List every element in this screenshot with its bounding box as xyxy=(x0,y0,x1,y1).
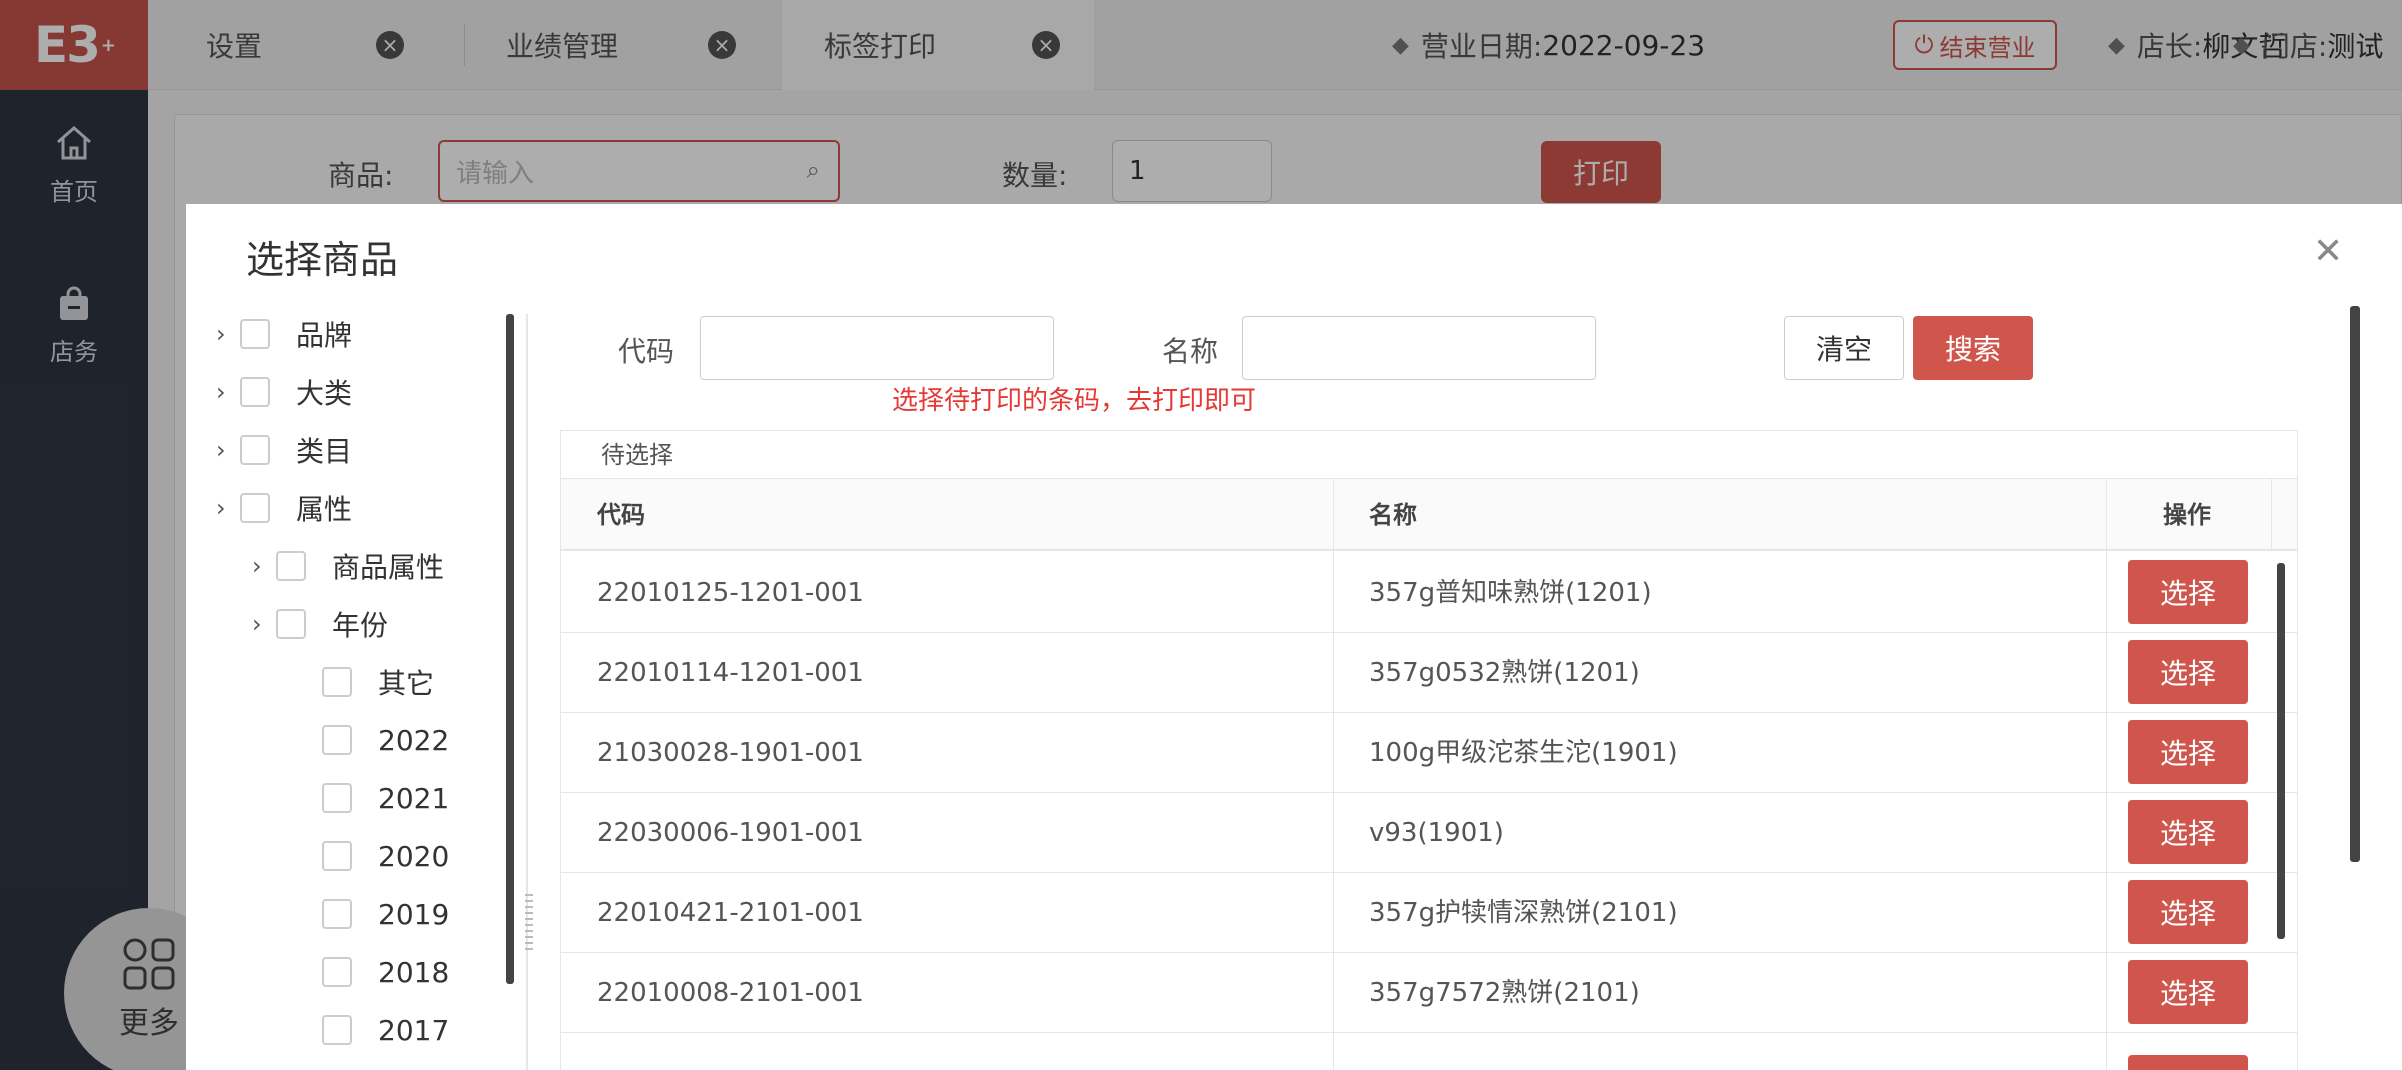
pane-splitter[interactable] xyxy=(526,314,528,1070)
checkbox[interactable] xyxy=(322,899,352,929)
chevron-right-icon[interactable]: › xyxy=(216,436,240,464)
tree-node-2017[interactable]: 2017 xyxy=(322,1010,449,1050)
column-header-action: 操作 xyxy=(2163,501,2211,529)
checkbox[interactable] xyxy=(240,319,270,349)
row-name: v93(1901) xyxy=(1369,818,1504,848)
checkbox[interactable] xyxy=(276,551,306,581)
table-scrollbar[interactable] xyxy=(2277,563,2285,939)
select-button[interactable] xyxy=(2128,1055,2248,1070)
tree-node-year[interactable]: › 年份 xyxy=(252,604,388,644)
code-input[interactable] xyxy=(700,316,1054,380)
tree-node-label: 年份 xyxy=(332,609,389,642)
row-name: 357g普知味熟饼(1201) xyxy=(1369,578,1652,608)
row-code: 21030028-1901-001 xyxy=(597,738,864,768)
select-button[interactable]: 选择 xyxy=(2128,640,2248,704)
tree-node-2021[interactable]: 2021 xyxy=(322,778,449,818)
column-divider xyxy=(2271,479,2272,551)
tree-node-label: 商品属性 xyxy=(332,551,445,584)
tree-node-label: 品牌 xyxy=(296,319,353,352)
row-code: 22010421-2101-001 xyxy=(597,898,864,928)
table-caption: 待选择 xyxy=(561,431,2297,479)
tree-node-label: 类目 xyxy=(296,435,353,468)
candidate-table: 待选择 代码 名称 操作 22010125-1201-001 357g普知味熟饼… xyxy=(560,430,2298,1070)
name-input[interactable] xyxy=(1242,316,1596,380)
tree-node-label: 2018 xyxy=(378,955,450,989)
clear-button[interactable]: 清空 xyxy=(1784,316,1904,380)
table-row-partial[interactable] xyxy=(561,1033,2297,1070)
tree-node-category[interactable]: › 大类 xyxy=(216,372,352,412)
checkbox[interactable] xyxy=(276,609,306,639)
table-row[interactable]: 22030006-1901-001 v93(1901) 选择 xyxy=(561,793,2297,873)
table-row[interactable]: 22010008-2101-001 357g7572熟饼(2101) 选择 xyxy=(561,953,2297,1033)
tree-node-label: 2021 xyxy=(378,781,450,815)
row-name: 100g甲级沱茶生沱(1901) xyxy=(1369,738,1678,768)
row-name: 357g0532熟饼(1201) xyxy=(1369,658,1640,688)
tree-node-product-attribute[interactable]: › 商品属性 xyxy=(252,546,444,586)
tree-node-label: 大类 xyxy=(296,377,353,410)
checkbox[interactable] xyxy=(322,957,352,987)
splitter-grip-icon[interactable] xyxy=(525,894,533,954)
tree-node-label: 2019 xyxy=(378,897,450,931)
checkbox[interactable] xyxy=(240,493,270,523)
row-code: 22010114-1201-001 xyxy=(597,658,864,688)
row-code: 22010008-2101-001 xyxy=(597,978,864,1008)
tree-node-label: 属性 xyxy=(296,493,353,526)
chevron-right-icon[interactable]: › xyxy=(216,378,240,406)
select-product-dialog: 选择商品 ✕ › 品牌 › 大类 › 类目 › 属性 › 商品属性 › 年份 其它 2022… xyxy=(186,204,2402,1070)
checkbox[interactable] xyxy=(322,725,352,755)
tree-node-2019[interactable]: 2019 xyxy=(322,894,449,934)
select-button[interactable]: 选择 xyxy=(2128,880,2248,944)
select-button[interactable]: 选择 xyxy=(2128,800,2248,864)
table-row[interactable]: 21030028-1901-001 100g甲级沱茶生沱(1901) 选择 xyxy=(561,713,2297,793)
chevron-right-icon[interactable]: › xyxy=(216,320,240,348)
checkbox[interactable] xyxy=(322,841,352,871)
hint-text: 选择待打印的条码，去打印即可 xyxy=(892,386,1257,416)
name-label: 名称 xyxy=(1162,335,1219,368)
column-header-name[interactable]: 名称 xyxy=(1369,479,1417,551)
table-row[interactable]: 22010125-1201-001 357g普知味熟饼(1201) 选择 xyxy=(561,553,2297,633)
select-button[interactable]: 选择 xyxy=(2128,560,2248,624)
select-button[interactable]: 选择 xyxy=(2128,960,2248,1024)
tree-node-label: 其它 xyxy=(378,667,435,700)
tree-node-2020[interactable]: 2020 xyxy=(322,836,449,876)
tree-scrollbar[interactable] xyxy=(506,314,514,984)
checkbox[interactable] xyxy=(322,667,352,697)
tree-node-label: 2022 xyxy=(378,723,450,757)
row-code: 22010125-1201-001 xyxy=(597,578,864,608)
checkbox[interactable] xyxy=(240,435,270,465)
tree-node-2018[interactable]: 2018 xyxy=(322,952,449,992)
dialog-scrollbar[interactable] xyxy=(2350,306,2360,862)
tree-node-label: 2017 xyxy=(378,1013,450,1047)
tree-node-class[interactable]: › 类目 xyxy=(216,430,352,470)
tree-node-label: 2020 xyxy=(378,839,450,873)
table-row[interactable]: 22010421-2101-001 357g护犊情深熟饼(2101) 选择 xyxy=(561,873,2297,953)
close-icon[interactable]: ✕ xyxy=(2313,234,2343,270)
tree-node-attribute[interactable]: › 属性 xyxy=(216,488,352,528)
chevron-right-icon[interactable]: › xyxy=(216,494,240,522)
search-button[interactable]: 搜索 xyxy=(1913,316,2033,380)
checkbox[interactable] xyxy=(322,1015,352,1045)
tree-node-2022[interactable]: 2022 xyxy=(322,720,449,760)
code-label: 代码 xyxy=(618,335,675,368)
tree-node-other[interactable]: 其它 xyxy=(322,662,434,702)
chevron-right-icon[interactable]: › xyxy=(252,552,276,580)
chevron-right-icon[interactable]: › xyxy=(252,610,276,638)
tree-node-brand[interactable]: › 品牌 xyxy=(216,314,352,354)
dialog-title: 选择商品 xyxy=(246,238,399,282)
row-name: 357g护犊情深熟饼(2101) xyxy=(1369,898,1678,928)
checkbox[interactable] xyxy=(322,783,352,813)
select-button[interactable]: 选择 xyxy=(2128,720,2248,784)
row-code: 22030006-1901-001 xyxy=(597,818,864,848)
table-header: 代码 名称 操作 xyxy=(561,479,2297,551)
table-row[interactable]: 22010114-1201-001 357g0532熟饼(1201) 选择 xyxy=(561,633,2297,713)
column-header-code[interactable]: 代码 xyxy=(597,479,645,551)
row-name: 357g7572熟饼(2101) xyxy=(1369,978,1640,1008)
checkbox[interactable] xyxy=(240,377,270,407)
category-tree: › 品牌 › 大类 › 类目 › 属性 › 商品属性 › 年份 其它 2022 2021 2… xyxy=(186,314,533,1070)
